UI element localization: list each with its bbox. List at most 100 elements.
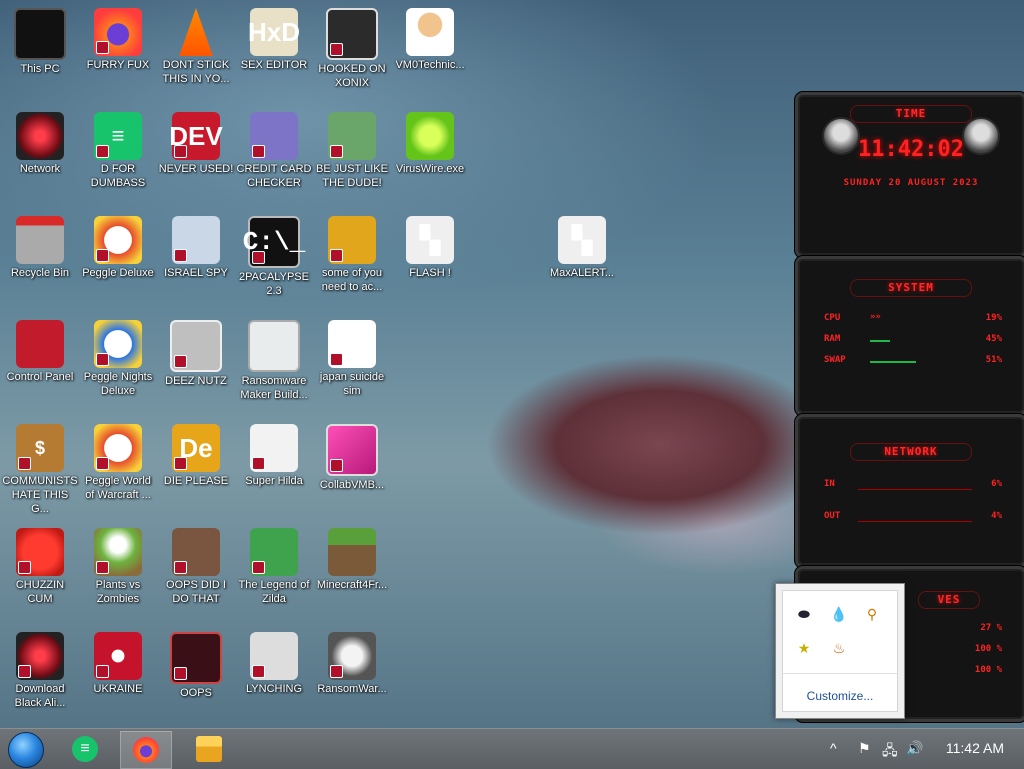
taskbar-clock[interactable]: 11:42 AM bbox=[946, 740, 1004, 756]
radiation-icon bbox=[94, 632, 142, 680]
system-row-swap: SWAP 51% bbox=[798, 351, 1024, 372]
desktop-icon-2pacalypse[interactable]: C:\_ 2PACALYPSE 2.3 bbox=[234, 210, 314, 298]
icon-label: CREDIT CARD CHECKER bbox=[236, 163, 312, 189]
desktop-icon-this-pc[interactable]: This PC bbox=[0, 2, 80, 76]
desktop-icon-israel-spy[interactable]: ISRAEL SPY bbox=[156, 210, 236, 280]
row-value: 4% bbox=[991, 511, 1002, 521]
shortcut-badge-icon bbox=[330, 249, 343, 262]
desktop-icon-sex-editor[interactable]: HxD SEX EDITOR bbox=[234, 2, 314, 72]
row-label: OUT bbox=[824, 511, 841, 521]
icon-label: BE JUST LIKE THE DUDE! bbox=[316, 163, 388, 189]
system-row-cpu: CPU »» 19% bbox=[798, 309, 1024, 330]
desktop-icon-furry-fux[interactable]: FURRY FUX bbox=[78, 2, 158, 72]
row-label: SWAP bbox=[824, 355, 846, 365]
star-icon[interactable]: ★ bbox=[795, 639, 813, 657]
desktop-icon-control-panel[interactable]: Control Panel bbox=[0, 314, 80, 384]
customize-link[interactable]: Customize... bbox=[783, 689, 897, 703]
row-value: 19% bbox=[985, 313, 1002, 323]
firefox-icon bbox=[133, 737, 159, 763]
money-sack-icon: $ bbox=[16, 424, 64, 472]
capsule-icon[interactable]: ⬬ bbox=[795, 605, 813, 623]
desktop-icon-lynching[interactable]: LYNCHING bbox=[234, 626, 314, 696]
desktop-icon-peggle-nights[interactable]: P Peggle Nights Deluxe bbox=[78, 314, 158, 398]
desktop-icon-flash[interactable]: ▚ FLASH ! bbox=[390, 210, 470, 280]
show-hidden-icons-chevron-icon[interactable]: ^ bbox=[830, 740, 837, 756]
desktop-icon-ransomware[interactable]: RansomWar... bbox=[312, 626, 392, 696]
shortcut-badge-icon bbox=[252, 145, 265, 158]
desktop-icon-never-used[interactable]: DEV NEVER USED! bbox=[156, 106, 236, 176]
desktop-icon-network[interactable]: Network bbox=[0, 106, 80, 176]
desktop-icon-minecraft[interactable]: Minecraft4Fr... bbox=[312, 522, 392, 592]
icon-label: MaxALERT... bbox=[550, 267, 614, 279]
icon-label: FLASH ! bbox=[409, 267, 451, 279]
desktop-icon-download-black[interactable]: Download Black Ali... bbox=[0, 626, 80, 710]
desktop-icon-some-of-you[interactable]: some of you need to ac... bbox=[312, 210, 392, 294]
desktop-icon-die-please[interactable]: De DIE PLEASE bbox=[156, 418, 236, 488]
gadget-title: NETWORK bbox=[850, 443, 972, 461]
desktop-icon-japan-suicide-sim[interactable]: ▮▮▮ japan suicide sim bbox=[312, 314, 392, 398]
desktop-icon-viruswire[interactable]: VirusWire.exe bbox=[390, 106, 470, 176]
de-icon: De bbox=[172, 424, 220, 472]
row-label: CPU bbox=[824, 313, 841, 323]
desktop-icon-vm0technic[interactable]: VM0Technic... bbox=[390, 2, 470, 72]
desktop-icon-ransomware-maker[interactable]: Ransomware Maker Build... bbox=[234, 314, 314, 402]
gadget-title: TIME bbox=[850, 105, 972, 123]
gadget-date: SUNDAY 20 AUGUST 2023 bbox=[843, 178, 979, 188]
shortcut-badge-icon bbox=[174, 249, 187, 262]
icon-label: Minecraft4Fr... bbox=[316, 579, 388, 591]
grass-block-icon bbox=[328, 528, 376, 576]
taskbar-explorer-button[interactable] bbox=[184, 731, 234, 767]
java-icon[interactable]: ♨ bbox=[830, 639, 848, 657]
desktop-icon-credit-card[interactable]: CREDIT CARD CHECKER bbox=[234, 106, 314, 190]
alien-head-icon bbox=[822, 117, 860, 155]
shortcut-badge-icon bbox=[252, 457, 265, 470]
usage-bar bbox=[870, 340, 890, 342]
icon-label: OOPS bbox=[180, 687, 212, 699]
desktop-icon-recycle-bin[interactable]: Recycle Bin bbox=[0, 210, 80, 280]
desktop-icon-collabvm[interactable]: CollabVMB... bbox=[312, 418, 392, 492]
desktop-icon-maxalert[interactable]: ▚ MaxALERT... bbox=[542, 210, 622, 280]
shortcut-badge-icon bbox=[96, 353, 109, 366]
taskbar: ≡ ^ ⚑ 🖧 🔊 11:42 AM bbox=[0, 728, 1024, 769]
desktop-icon-pvz[interactable]: Plants vs Zombies bbox=[78, 522, 158, 606]
peggle-icon: P bbox=[94, 216, 142, 264]
magnifier-icon[interactable]: ⚲ bbox=[863, 605, 881, 623]
time-gadget[interactable]: TIME 11:42:02 SUNDAY 20 AUGUST 2023 bbox=[795, 92, 1024, 258]
icon-label: NEVER USED! bbox=[158, 163, 234, 175]
shortcut-badge-icon bbox=[330, 145, 343, 158]
desktop-icon-chuzzin[interactable]: CHUZZIN CUM bbox=[0, 522, 80, 606]
desktop-icon-zilda[interactable]: The Legend of Zilda bbox=[234, 522, 314, 606]
portrait-icon bbox=[172, 528, 220, 576]
desktop-icon-super-hilda[interactable]: Super Hilda bbox=[234, 418, 314, 488]
alien-head-icon bbox=[962, 117, 1000, 155]
icon-label: RansomWar... bbox=[317, 683, 387, 695]
desktop-icon-be-just-like-the-dude[interactable]: BE JUST LIKE THE DUDE! bbox=[312, 106, 392, 190]
start-orb-button[interactable] bbox=[8, 732, 44, 768]
shortcut-badge-icon bbox=[96, 665, 109, 678]
desktop-icon-oops[interactable]: OOPS bbox=[156, 626, 236, 700]
network-gadget[interactable]: NETWORK IN 6% OUT 4% bbox=[795, 414, 1024, 568]
shortcut-badge-icon bbox=[174, 561, 187, 574]
network-tray-icon[interactable]: 🖧 bbox=[882, 740, 898, 764]
desktop-icon-communists[interactable]: $ COMMUNISTS HATE THIS G... bbox=[0, 418, 80, 516]
icon-label: UKRAINE bbox=[93, 683, 143, 695]
taskbar-notes-button[interactable]: ≡ bbox=[60, 731, 110, 767]
system-gadget[interactable]: SYSTEM CPU »» 19% RAM 45% SWAP 51% bbox=[795, 256, 1024, 416]
desktop-icon-peggle-deluxe[interactable]: P Peggle Deluxe bbox=[78, 210, 158, 280]
action-center-flag-icon[interactable]: ⚑ bbox=[858, 740, 871, 757]
desktop-icon-d-for-dumbass[interactable]: ≡ D FOR DUMBASS bbox=[78, 106, 158, 190]
droplet-icon[interactable]: 💧 bbox=[830, 605, 848, 623]
shortcut-badge-icon bbox=[252, 665, 265, 678]
desktop-icon-oops-did-i[interactable]: OOPS DID I DO THAT bbox=[156, 522, 236, 606]
recycle-bin-icon bbox=[16, 216, 64, 264]
volume-icon[interactable]: 🔊 bbox=[906, 740, 923, 757]
document-icon: ▚ bbox=[558, 216, 606, 264]
desktop-icon-deez-nutz[interactable]: DEEZ NUTZ bbox=[156, 314, 236, 388]
monitor-icon bbox=[14, 8, 66, 60]
desktop-icon-peggle-wow[interactable]: P Peggle World of Warcraft ... bbox=[78, 418, 158, 502]
desktop-icon-ukraine[interactable]: UKRAINE bbox=[78, 626, 158, 696]
network-row-out: OUT 4% bbox=[798, 507, 1024, 539]
taskbar-firefox-button[interactable] bbox=[120, 731, 172, 769]
desktop-icon-dont-stick[interactable]: DONT STICK THIS IN YO... bbox=[156, 2, 236, 86]
desktop-icon-hooked-on-xonix[interactable]: HOOKED ON XONIX bbox=[312, 2, 392, 90]
